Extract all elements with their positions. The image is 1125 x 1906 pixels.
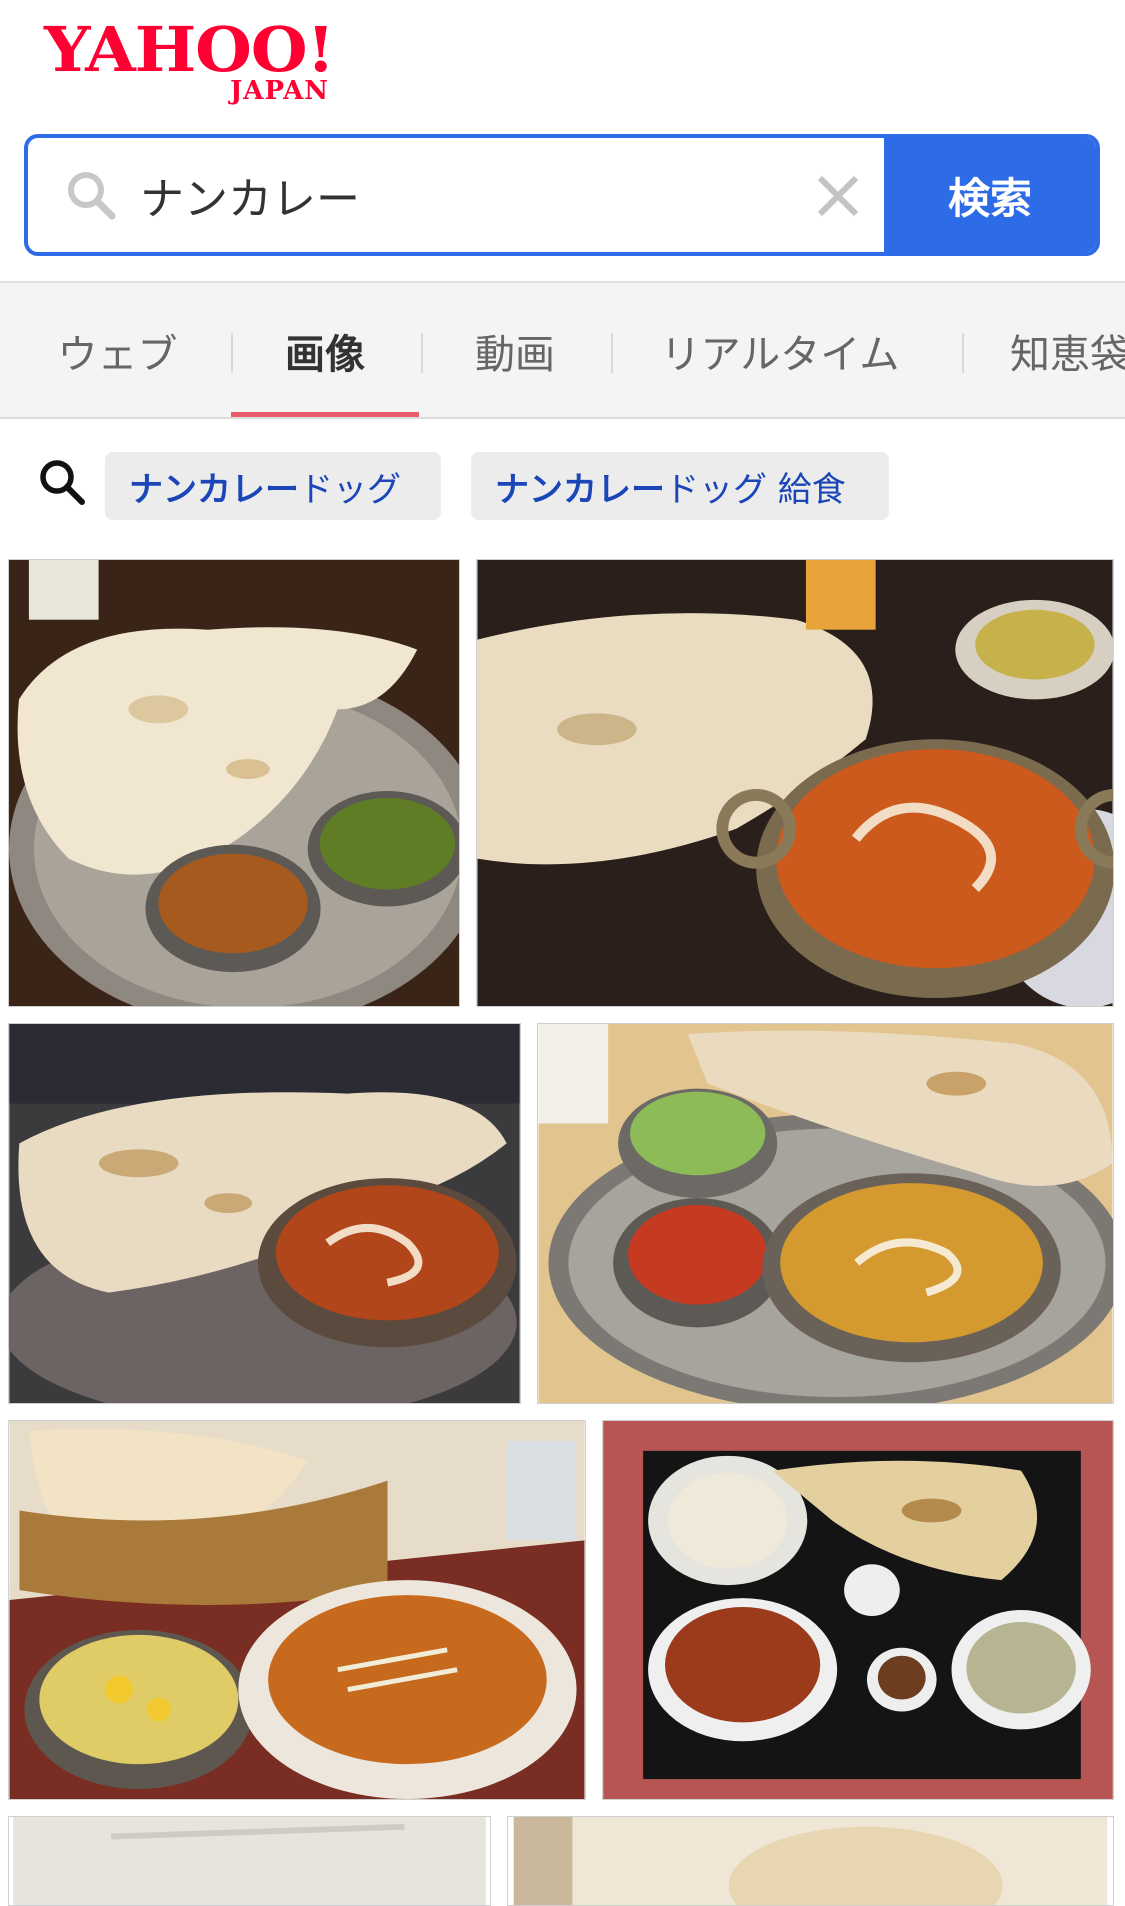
image-result[interactable] [476, 559, 1114, 1007]
tab-images[interactable]: 画像 [231, 283, 419, 417]
related-search-chip[interactable]: ナンカレー ドッグ [105, 452, 441, 520]
search-type-tabs: ウェブ 画像 動画 リアルタイム 知恵袋 [0, 281, 1125, 419]
naan-curry-photo [603, 1421, 1113, 1799]
naan-curry-photo [513, 1817, 1108, 1905]
related-search-icon [40, 460, 85, 505]
yahoo-japan-logo[interactable]: YAHOO! JAPAN [44, 14, 364, 107]
search-box: 検索 [24, 134, 1100, 256]
image-result[interactable] [537, 1023, 1114, 1404]
tab-separator [611, 333, 613, 373]
chip-bold-text: ナンカレー [129, 469, 299, 510]
naan-curry-photo [9, 1024, 520, 1403]
image-result[interactable] [8, 559, 460, 1007]
search-button[interactable]: 検索 [884, 138, 1096, 252]
chip-text: ドッグ 給食 [665, 469, 846, 510]
naan-curry-photo [9, 1421, 585, 1799]
image-result[interactable] [8, 1816, 491, 1906]
chip-text: ドッグ [299, 469, 401, 510]
image-result[interactable] [8, 1023, 521, 1404]
tab-videos[interactable]: 動画 [435, 283, 595, 417]
naan-curry-photo [477, 560, 1113, 1006]
tab-separator [421, 333, 423, 373]
clear-icon[interactable] [808, 166, 868, 226]
naan-curry-photo [13, 1817, 486, 1905]
tab-separator [962, 333, 964, 373]
image-result[interactable] [602, 1420, 1114, 1800]
tab-realtime[interactable]: リアルタイム [640, 283, 920, 417]
chip-bold-text: ナンカレー [495, 469, 665, 510]
search-icon [68, 172, 116, 220]
search-input[interactable] [140, 156, 800, 234]
image-result[interactable] [507, 1816, 1114, 1906]
image-result[interactable] [8, 1420, 586, 1800]
logo-sub-text: JAPAN [230, 76, 330, 106]
related-search-chip[interactable]: ナンカレー ドッグ 給食 [471, 452, 889, 520]
tab-chiebukuro[interactable]: 知恵袋 [1010, 283, 1125, 417]
tab-web[interactable]: ウェブ [40, 283, 195, 417]
naan-curry-photo [538, 1024, 1113, 1403]
naan-curry-photo [9, 560, 459, 1006]
